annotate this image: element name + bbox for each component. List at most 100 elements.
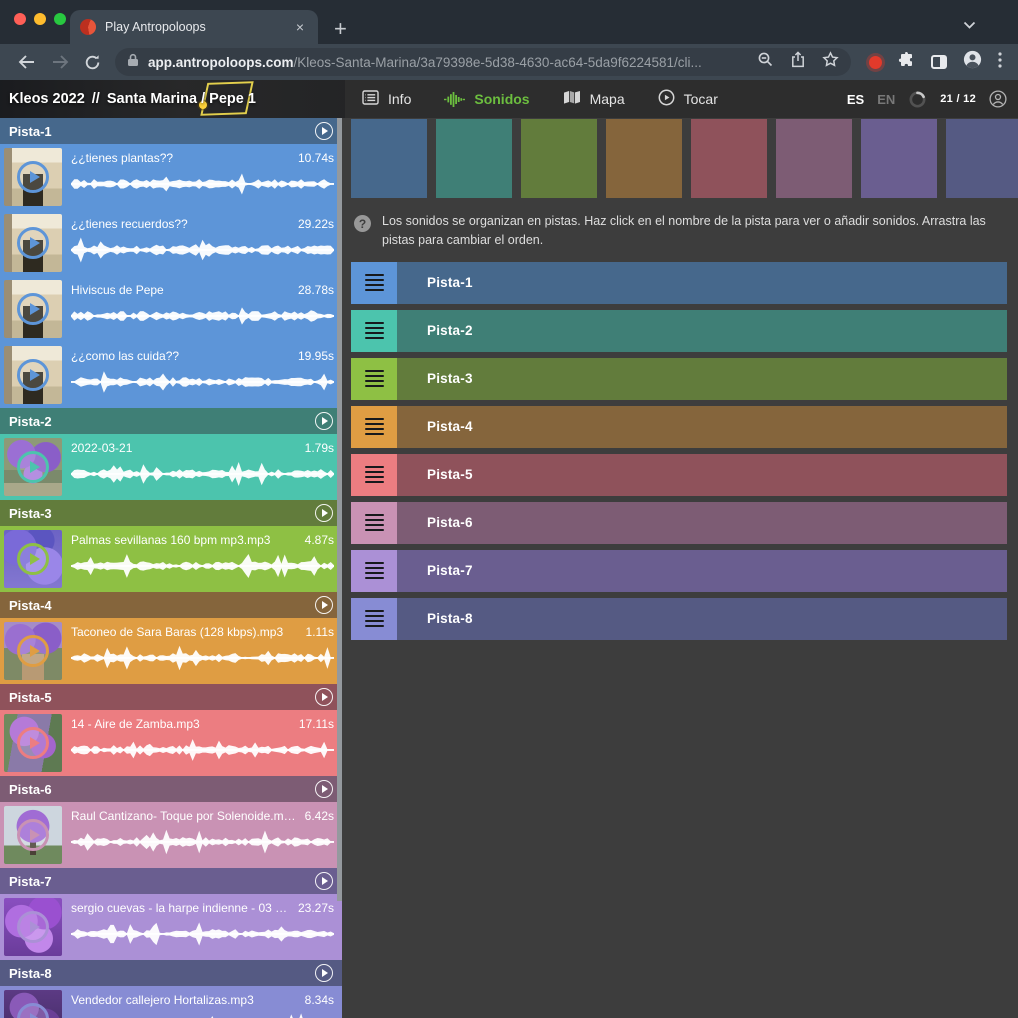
clip-thumbnail[interactable] bbox=[4, 898, 62, 956]
window-zoom-button[interactable] bbox=[54, 13, 66, 25]
audio-clip[interactable]: Vendedor callejero Hortalizas.mp3 8.34s bbox=[0, 986, 342, 1018]
track-color-cell[interactable] bbox=[691, 119, 767, 198]
track-play-button[interactable] bbox=[315, 412, 333, 430]
back-button[interactable] bbox=[10, 54, 43, 70]
track-name[interactable]: Pista-3 bbox=[9, 506, 52, 521]
track-play-button[interactable] bbox=[315, 122, 333, 140]
clip-thumbnail[interactable] bbox=[4, 148, 62, 206]
clip-thumbnail[interactable] bbox=[4, 530, 62, 588]
track-row-bar[interactable]: Pista-1 bbox=[397, 262, 1007, 304]
nav-item-sonidos[interactable]: Sonidos bbox=[444, 89, 529, 109]
clip-play-icon[interactable] bbox=[17, 819, 49, 851]
clip-thumbnail[interactable] bbox=[4, 346, 62, 404]
track-header[interactable]: Pista-8 bbox=[0, 960, 342, 986]
track-play-button[interactable] bbox=[315, 504, 333, 522]
track-name[interactable]: Pista-5 bbox=[9, 690, 52, 705]
reload-button[interactable] bbox=[76, 54, 109, 71]
recording-extension-icon[interactable] bbox=[869, 56, 882, 69]
track-color-cell[interactable] bbox=[436, 119, 512, 198]
track-row[interactable]: Pista-3 bbox=[351, 358, 1007, 400]
track-name[interactable]: Pista-8 bbox=[9, 966, 52, 981]
track-play-button[interactable] bbox=[315, 596, 333, 614]
share-icon[interactable] bbox=[791, 51, 805, 73]
track-row[interactable]: Pista-8 bbox=[351, 598, 1007, 640]
clip-thumbnail[interactable] bbox=[4, 214, 62, 272]
track-header[interactable]: Pista-5 bbox=[0, 684, 342, 710]
nav-item-mapa[interactable]: Mapa bbox=[563, 89, 625, 109]
track-row[interactable]: Pista-4 bbox=[351, 406, 1007, 448]
clip-play-icon[interactable] bbox=[17, 911, 49, 943]
clip-thumbnail[interactable] bbox=[4, 438, 62, 496]
track-header[interactable]: Pista-1 bbox=[0, 118, 342, 144]
audio-clip[interactable]: ¿¿como las cuida?? 19.95s bbox=[0, 342, 342, 408]
clip-play-icon[interactable] bbox=[17, 635, 49, 667]
track-row-bar[interactable]: Pista-6 bbox=[397, 502, 1007, 544]
language-es-button[interactable]: ES bbox=[847, 92, 864, 107]
track-name[interactable]: Pista-6 bbox=[9, 782, 52, 797]
breadcrumb[interactable]: Kleos 2022//Santa Marina / Pepe 1 bbox=[0, 80, 345, 118]
audio-clip[interactable]: Palmas sevillanas 160 bpm mp3.mp3 4.87s bbox=[0, 526, 342, 592]
clip-thumbnail[interactable] bbox=[4, 280, 62, 338]
track-row-bar[interactable]: Pista-2 bbox=[397, 310, 1007, 352]
audio-clip[interactable]: ¿¿tienes plantas?? 10.74s bbox=[0, 144, 342, 210]
track-name[interactable]: Pista-1 bbox=[9, 124, 52, 139]
extensions-puzzle-icon[interactable] bbox=[898, 51, 915, 73]
zoom-out-icon[interactable] bbox=[757, 51, 774, 73]
track-header[interactable]: Pista-3 bbox=[0, 500, 342, 526]
side-panel-icon[interactable] bbox=[931, 55, 947, 69]
sidebar-scrollbar[interactable] bbox=[337, 118, 342, 901]
account-icon[interactable] bbox=[989, 90, 1007, 108]
track-color-cell[interactable] bbox=[861, 119, 937, 198]
drag-handle-icon[interactable] bbox=[351, 502, 397, 544]
track-name[interactable]: Pista-7 bbox=[9, 874, 52, 889]
track-row[interactable]: Pista-6 bbox=[351, 502, 1007, 544]
drag-handle-icon[interactable] bbox=[351, 406, 397, 448]
track-row-bar[interactable]: Pista-7 bbox=[397, 550, 1007, 592]
track-play-button[interactable] bbox=[315, 688, 333, 706]
clip-play-icon[interactable] bbox=[17, 161, 49, 193]
track-play-button[interactable] bbox=[315, 872, 333, 890]
nav-item-tocar[interactable]: Tocar bbox=[658, 89, 718, 109]
window-close-button[interactable] bbox=[14, 13, 26, 25]
drag-handle-icon[interactable] bbox=[351, 310, 397, 352]
clip-play-icon[interactable] bbox=[17, 293, 49, 325]
track-color-cell[interactable] bbox=[606, 119, 682, 198]
track-header[interactable]: Pista-6 bbox=[0, 776, 342, 802]
forward-button[interactable] bbox=[43, 54, 76, 70]
breadcrumb-project[interactable]: Kleos 2022 bbox=[9, 91, 85, 107]
track-color-cell[interactable] bbox=[521, 119, 597, 198]
clip-thumbnail[interactable] bbox=[4, 990, 62, 1018]
clip-thumbnail[interactable] bbox=[4, 714, 62, 772]
clip-play-icon[interactable] bbox=[17, 359, 49, 391]
track-name[interactable]: Pista-2 bbox=[9, 414, 52, 429]
track-header[interactable]: Pista-2 bbox=[0, 408, 342, 434]
audio-clip[interactable]: Raul Cantizano- Toque por Solenoide.mp3 … bbox=[0, 802, 342, 868]
track-name[interactable]: Pista-4 bbox=[9, 598, 52, 613]
clip-thumbnail[interactable] bbox=[4, 806, 62, 864]
drag-handle-icon[interactable] bbox=[351, 454, 397, 496]
track-row-bar[interactable]: Pista-8 bbox=[397, 598, 1007, 640]
nav-item-info[interactable]: Info bbox=[362, 89, 411, 109]
drag-handle-icon[interactable] bbox=[351, 598, 397, 640]
track-play-button[interactable] bbox=[315, 780, 333, 798]
track-color-cell[interactable] bbox=[946, 119, 1018, 198]
track-play-button[interactable] bbox=[315, 964, 333, 982]
clip-play-icon[interactable] bbox=[17, 451, 49, 483]
profile-avatar[interactable] bbox=[963, 50, 982, 74]
browser-tab[interactable]: Play Antropoloops × bbox=[70, 10, 318, 44]
audio-clip[interactable]: Taconeo de Sara Baras (128 kbps).mp3 1.1… bbox=[0, 618, 342, 684]
audio-clip[interactable]: 14 - Aire de Zamba.mp3 17.11s bbox=[0, 710, 342, 776]
audio-clip[interactable]: ¿¿tienes recuerdos?? 29.22s bbox=[0, 210, 342, 276]
track-color-cell[interactable] bbox=[351, 119, 427, 198]
tab-close-icon[interactable]: × bbox=[292, 18, 308, 36]
track-row[interactable]: Pista-1 bbox=[351, 262, 1007, 304]
track-row[interactable]: Pista-2 bbox=[351, 310, 1007, 352]
tab-search-chevron-icon[interactable] bbox=[963, 16, 976, 34]
track-row-bar[interactable]: Pista-3 bbox=[397, 358, 1007, 400]
track-row[interactable]: Pista-7 bbox=[351, 550, 1007, 592]
address-bar[interactable]: app.antropoloops.com/Kleos-Santa-Marina/… bbox=[115, 48, 851, 76]
track-row[interactable]: Pista-5 bbox=[351, 454, 1007, 496]
language-en-button[interactable]: EN bbox=[877, 92, 895, 107]
track-header[interactable]: Pista-7 bbox=[0, 868, 342, 894]
audio-clip[interactable]: Hiviscus de Pepe 28.78s bbox=[0, 276, 342, 342]
